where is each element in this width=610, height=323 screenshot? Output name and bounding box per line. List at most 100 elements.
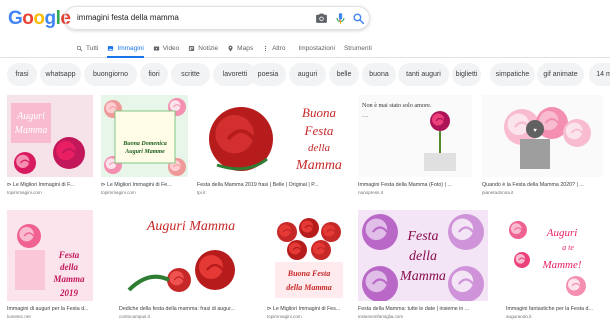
result-source: contocampus.it	[119, 314, 150, 319]
result-thumbnail[interactable]: Buona Festa della Mamma	[267, 210, 350, 301]
chip[interactable]: scritte	[171, 63, 210, 86]
map-pin-icon	[228, 45, 233, 51]
camera-icon[interactable]	[315, 12, 328, 25]
chip[interactable]: belle	[329, 63, 359, 86]
result-caption[interactable]: Immagini fantastiche per la Festa d...	[506, 306, 598, 312]
google-logo[interactable]: Google	[8, 8, 71, 30]
tab-label: Strumenti	[343, 44, 372, 52]
search-box[interactable]: immagini festa della mamma	[64, 6, 370, 30]
chip[interactable]: simpatiche	[490, 63, 535, 86]
chip[interactable]: buongiorno	[84, 63, 137, 86]
news-icon	[189, 45, 195, 51]
svg-text:♥: ♥	[533, 128, 537, 134]
svg-text:Festa: Festa	[58, 250, 80, 260]
svg-text:Buona Domenica: Buona Domenica	[122, 141, 167, 147]
svg-text:Buona Festa: Buona Festa	[287, 269, 330, 278]
tab-tutti[interactable]: Tutti	[76, 40, 98, 56]
svg-text:…: …	[362, 112, 368, 119]
video-icon	[153, 45, 159, 51]
logo-letter: o	[22, 8, 34, 29]
result-thumbnail[interactable]: Auguri Mamma	[7, 95, 93, 177]
result-source: nanopress.it	[358, 190, 384, 195]
result-thumbnail[interactable]: Festa della Mamma	[358, 210, 488, 301]
tab-maps[interactable]: Maps	[227, 40, 253, 56]
svg-text:Buona: Buona	[302, 105, 336, 120]
result-source: pianetadonna.it	[482, 190, 514, 195]
result-source: topimmagini.com	[7, 190, 42, 195]
result-thumbnail[interactable]: Auguri Mamma	[119, 210, 259, 301]
svg-text:2019: 2019	[59, 288, 79, 298]
svg-text:della: della	[409, 249, 437, 264]
search-icon[interactable]	[352, 12, 365, 25]
tab-strumenti[interactable]: Strumenti	[344, 40, 372, 56]
result-caption[interactable]: Festa della Mamma: tutte le date | insie…	[358, 306, 488, 312]
svg-text:Mamma: Mamma	[399, 269, 446, 284]
chip[interactable]: 14 m	[589, 63, 610, 86]
svg-text:Auguri Mamme: Auguri Mamme	[124, 149, 165, 155]
result-caption[interactable]: Festa della Mamma 2019 frasi | Belle | O…	[197, 182, 352, 188]
result-caption[interactable]: ⊳ Le Migliori Immagini di F...	[7, 182, 93, 188]
tab-immagini[interactable]: Immagini	[107, 40, 145, 58]
tab-altro[interactable]: Altro	[262, 40, 285, 56]
svg-text:Festa: Festa	[304, 123, 334, 138]
microphone-icon[interactable]	[334, 12, 347, 25]
logo-letter: g	[44, 8, 57, 29]
svg-text:a te: a te	[562, 243, 574, 252]
svg-text:Auguri Mamma: Auguri Mamma	[146, 219, 235, 234]
chip[interactable]: fiori	[140, 63, 168, 86]
svg-text:Non è mai stato solo amore.: Non è mai stato solo amore.	[362, 102, 432, 109]
tab-label: Impostazioni	[298, 44, 335, 52]
tab-impostazioni[interactable]: Impostazioni	[298, 40, 335, 56]
result-thumbnail[interactable]: Non è mai stato solo amore. …	[358, 95, 472, 177]
result-thumbnail[interactable]: ♥	[482, 95, 603, 177]
chip[interactable]: poesia	[250, 63, 286, 86]
tab-label: Maps	[237, 44, 254, 52]
svg-text:Auguri: Auguri	[16, 111, 45, 122]
logo-letter: G	[8, 8, 23, 29]
result-caption[interactable]: ⊳ Le Migliori Immagini di Fes...	[267, 306, 350, 312]
result-source: tpi.it	[197, 190, 206, 195]
tab-video[interactable]: Video	[153, 40, 180, 56]
chip[interactable]: gif animate	[537, 63, 584, 86]
chip[interactable]: biglietti	[452, 63, 481, 86]
result-caption[interactable]: Immagini di auguri per la Festa d...	[7, 306, 93, 312]
svg-text:della Mamma: della Mamma	[286, 283, 332, 292]
result-caption[interactable]: Immagini Festa della Mamma (Foto) | ...	[358, 182, 472, 188]
result-caption[interactable]: Quando è la Festa della Mamma 2020? | ..…	[482, 182, 603, 188]
svg-text:Mamme!: Mamme!	[541, 259, 581, 271]
tab-label: Immagini	[117, 44, 144, 52]
svg-text:Auguri: Auguri	[546, 227, 578, 239]
chip[interactable]: tanti auguri	[398, 63, 449, 86]
result-caption[interactable]: Dediche della festa della mamma: frasi d…	[119, 306, 259, 312]
svg-text:Festa: Festa	[406, 229, 438, 244]
related-chips: frasi whatsapp buongiorno fiori scritte lavor…	[0, 63, 610, 87]
result-thumbnail[interactable]: Auguri a te Mamme!	[506, 210, 598, 301]
result-source: topimmagini.com	[267, 314, 302, 319]
tab-notizie[interactable]: Notizie	[188, 40, 218, 56]
chip[interactable]: buona	[362, 63, 396, 86]
svg-text:Mamma: Mamma	[295, 158, 342, 173]
result-source: lumetec.net	[7, 314, 31, 319]
result-source: topimmagini.com	[101, 190, 136, 195]
chip[interactable]: frasi	[7, 63, 37, 86]
tab-label: Altro	[272, 44, 286, 52]
image-icon	[108, 45, 114, 51]
result-thumbnail[interactable]: Festa della Mamma 2019	[7, 210, 93, 301]
result-thumbnail[interactable]: Buona Festa della Mamma	[197, 95, 352, 177]
tab-label: Video	[162, 44, 180, 52]
logo-letter: o	[33, 8, 45, 29]
result-source: augurando.it	[506, 314, 532, 319]
search-tabs: Tutti Immagini Video Notizie Maps Altro Impost…	[76, 40, 381, 58]
tab-label: Tutti	[86, 44, 99, 52]
svg-text:della: della	[308, 142, 330, 154]
search-input[interactable]: immagini festa della mamma	[77, 13, 179, 22]
result-thumbnail[interactable]: Buona Domenica Auguri Mamme	[101, 95, 188, 177]
result-source: insiemeinfamiglia.com	[358, 314, 404, 319]
more-vert-icon	[264, 45, 267, 51]
svg-text:della: della	[60, 262, 78, 272]
search-icon	[76, 45, 83, 51]
chip[interactable]: whatsapp	[40, 63, 81, 86]
chip[interactable]: auguri	[289, 63, 326, 86]
result-caption[interactable]: ⊳ Le Migliori Immagini di Fe...	[101, 182, 188, 188]
svg-text:Mamma: Mamma	[52, 274, 85, 284]
